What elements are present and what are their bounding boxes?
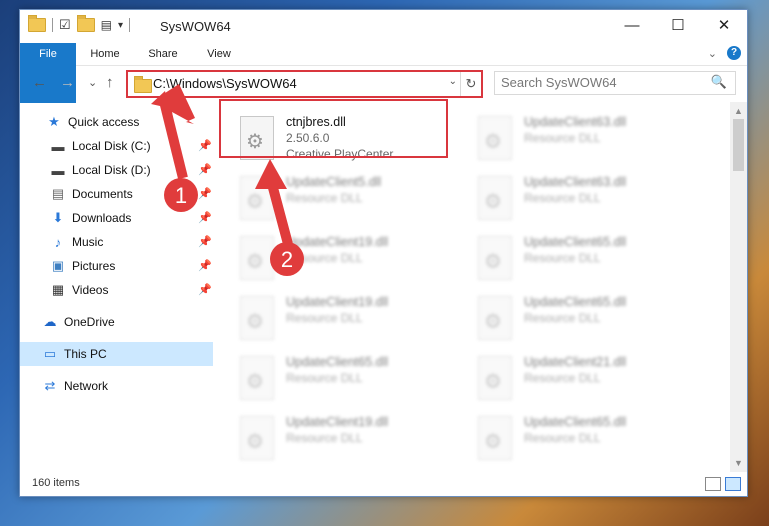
step-1-label: 1 <box>175 183 187 208</box>
arrow-2: 2 <box>255 159 304 276</box>
step-2-label: 2 <box>281 247 293 272</box>
arrow-1: 1 <box>151 84 198 212</box>
annotation-overlay: 1 2 <box>151 84 304 276</box>
